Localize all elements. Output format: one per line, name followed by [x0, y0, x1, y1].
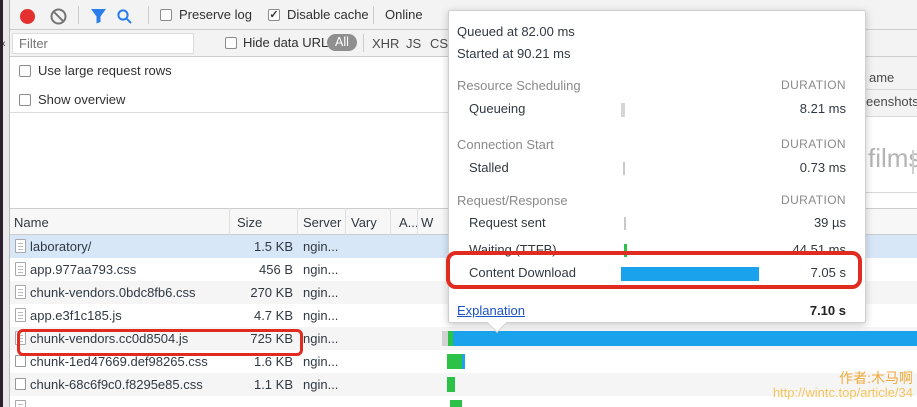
- background-page-heading: films: [868, 143, 917, 174]
- column-header-a[interactable]: A...: [399, 215, 419, 230]
- duration-header: DURATION: [781, 78, 846, 92]
- background-page-divider: [912, 150, 914, 174]
- phase-label: Queueing: [469, 101, 525, 116]
- toolbar-divider: [373, 6, 374, 24]
- preserve-log-label: Preserve log: [179, 7, 252, 22]
- use-large-request-rows-label: Use large request rows: [38, 63, 172, 78]
- request-size: 1.1 KB: [229, 377, 293, 392]
- request-server: ngin...: [303, 308, 338, 323]
- show-overview-label: Show overview: [38, 92, 125, 107]
- filter-pill-all[interactable]: All: [327, 34, 357, 51]
- request-server: ngin...: [303, 262, 338, 277]
- document-icon: [15, 285, 26, 299]
- request-size: 4.7 KB: [229, 308, 293, 323]
- waterfall-bar-download: [453, 331, 917, 346]
- column-header-size[interactable]: Size: [237, 215, 262, 230]
- pending-file-icon: [15, 378, 26, 390]
- filter-input[interactable]: [12, 33, 194, 54]
- dock-divider-strip: [3, 0, 10, 407]
- record-button[interactable]: [20, 9, 35, 24]
- phase-label: Stalled: [469, 160, 509, 175]
- waterfall-bar-download: [462, 354, 465, 369]
- pending-file-icon: [15, 355, 26, 367]
- request-name: laboratory/: [30, 239, 91, 254]
- request-size: 1.6 KB: [229, 354, 293, 369]
- duration-header: DURATION: [781, 193, 846, 207]
- request-size: 270 KB: [229, 285, 293, 300]
- request-server: ngin...: [303, 239, 338, 254]
- use-large-request-rows-checkbox[interactable]: [19, 65, 31, 77]
- waterfall-bar-waiting: [447, 377, 455, 392]
- filter-type-xhr[interactable]: XHR: [372, 36, 399, 51]
- hide-data-urls-label: Hide data URLs: [243, 35, 335, 50]
- phase-value: 39 µs: [814, 215, 846, 230]
- total-duration: 7.10 s: [810, 303, 846, 318]
- disable-cache-label: Disable cache: [287, 7, 369, 22]
- show-overview-checkbox[interactable]: [19, 94, 31, 106]
- request-server: ngin...: [303, 331, 338, 346]
- request-size: 1.5 KB: [229, 239, 293, 254]
- waterfall-bar-waiting: [450, 400, 462, 407]
- filter-type-css[interactable]: CS: [430, 36, 448, 51]
- column-header-waterfall[interactable]: W: [421, 215, 433, 230]
- phase-bar: [621, 103, 625, 117]
- background-page-divider: [866, 89, 917, 90]
- annotation-box-request-row: [17, 329, 303, 356]
- hide-data-urls-checkbox[interactable]: [225, 37, 237, 49]
- preserve-log-checkbox[interactable]: [160, 9, 172, 21]
- phase-bar: [623, 162, 625, 175]
- section-title: Resource Scheduling: [457, 78, 581, 93]
- request-server: ngin...: [303, 377, 338, 392]
- toolbar-divider: [78, 6, 79, 24]
- throttling-select[interactable]: Online: [385, 7, 423, 22]
- chevron-left-icon: ‹: [2, 38, 6, 50]
- duration-header: DURATION: [781, 137, 846, 151]
- clear-icon[interactable]: [50, 8, 67, 25]
- request-name: chunk-68c6f9c0.f8295e85.css: [30, 377, 203, 392]
- watermark-url: http://wintc.top/article/34: [773, 385, 913, 400]
- document-icon: [15, 400, 26, 407]
- column-header-vary[interactable]: Vary: [351, 215, 377, 230]
- request-size: 456 B: [229, 262, 293, 277]
- request-name: app.e3f1c185.js: [30, 308, 122, 323]
- filter-divider: [363, 34, 364, 52]
- background-page-divider: [866, 192, 917, 193]
- column-header-server[interactable]: Server: [303, 215, 341, 230]
- phase-label: Request sent: [469, 215, 546, 230]
- request-name: chunk-vendors.0bdc8fb6.css: [30, 285, 195, 300]
- annotation-box-content-download: [446, 251, 862, 289]
- section-title: Request/Response: [457, 193, 568, 208]
- phase-bar: [624, 217, 626, 230]
- column-header-name[interactable]: Name: [14, 215, 49, 230]
- filter-funnel-icon[interactable]: [90, 8, 107, 24]
- background-page-text: ame: [869, 70, 894, 85]
- phase-value: 0.73 ms: [800, 160, 846, 175]
- toolbar-divider: [148, 6, 149, 24]
- started-at: Started at 90.21 ms: [457, 46, 846, 63]
- explanation-link[interactable]: Explanation: [457, 303, 525, 318]
- phase-value: 8.21 ms: [800, 101, 846, 116]
- request-name: chunk-1ed47669.def98265.css: [30, 354, 208, 369]
- queued-at: Queued at 82.00 ms: [457, 24, 846, 41]
- request-server: ngin...: [303, 285, 338, 300]
- disable-cache-checkbox[interactable]: ✓: [268, 9, 280, 21]
- search-icon[interactable]: [116, 8, 133, 25]
- request-name: app.977aa793.css: [30, 262, 136, 277]
- document-icon: [15, 308, 26, 322]
- waterfall-bar-waiting: [447, 354, 462, 369]
- section-title: Connection Start: [457, 137, 554, 152]
- filter-type-js[interactable]: JS: [406, 36, 421, 51]
- document-icon: [15, 239, 26, 253]
- request-server: ngin...: [303, 354, 338, 369]
- background-page-text: eenshots.: [866, 94, 917, 109]
- document-icon: [15, 262, 26, 276]
